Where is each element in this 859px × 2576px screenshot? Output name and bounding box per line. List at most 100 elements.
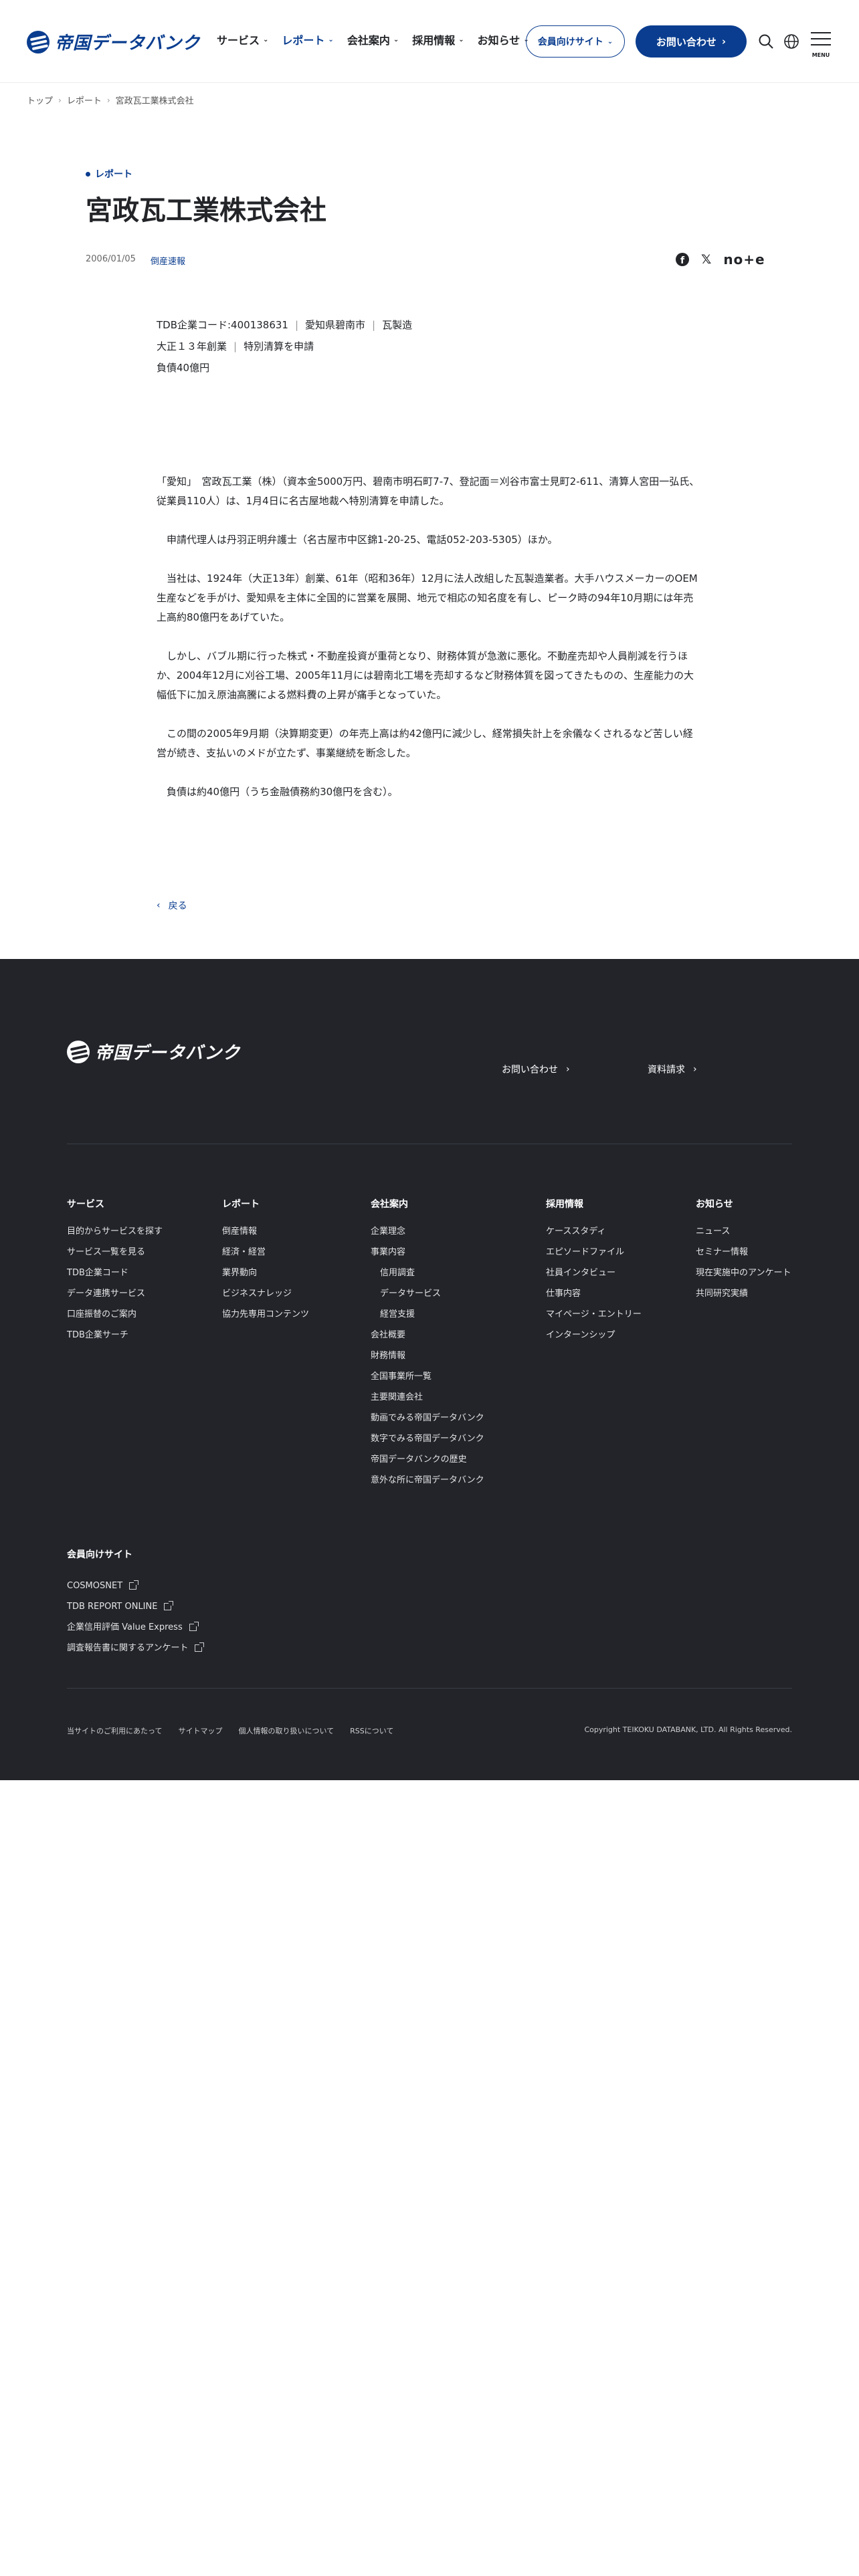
search-button[interactable] — [756, 29, 776, 53]
chevron-right-icon: › — [58, 95, 62, 105]
footer-column-heading: 会員向けサイト — [67, 1549, 132, 1560]
body-paragraph: 「愛知」 宮政瓦工業（株）（資本金5000万円、碧南市明石町7-7、登記面＝刈谷… — [157, 475, 700, 507]
back-link[interactable]: ‹ 戻る — [157, 899, 187, 912]
footer-link[interactable]: 数字でみる帝国データバンク — [371, 1432, 484, 1453]
global-nav: サービス ⌄ レポート ⌄ 会社案内 ⌄ 採用情報 ⌄ お知らせ ⌄ — [217, 31, 529, 47]
footer-sublink[interactable]: 経営支援 — [371, 1308, 484, 1329]
hamburger-line — [811, 38, 831, 39]
footer-link[interactable]: 主要関連会社 — [371, 1391, 484, 1412]
footer-link[interactable]: 全国事業所一覧 — [371, 1370, 484, 1391]
divider: | — [372, 319, 376, 331]
chevron-down-icon: ⌄ — [328, 35, 334, 43]
footer-link[interactable]: マイページ・エントリー — [546, 1308, 642, 1329]
footer-column-heading: 採用情報 — [546, 1199, 583, 1210]
footer-link[interactable]: 企業理念 — [371, 1225, 484, 1246]
footer-link[interactable]: TDB企業コード — [67, 1267, 163, 1287]
menu-label: MENU — [812, 52, 830, 58]
footer-column-heading: サービス — [67, 1199, 104, 1210]
chevron-down-icon: ⌄ — [458, 35, 464, 43]
footer-link[interactable]: 意外な所に帝国データバンク — [371, 1474, 484, 1495]
legal-links: 当サイトのご利用にあたって サイトマップ 個人情報の取り扱いについて RSSにつ… — [67, 1725, 393, 1736]
footer-sublink[interactable]: 信用調査 — [371, 1267, 484, 1287]
footer-divider — [67, 1688, 792, 1689]
breadcrumb: トップ › レポート › 宮政瓦工業株式会社 — [27, 94, 194, 107]
footer-link[interactable]: 仕事内容 — [546, 1287, 642, 1308]
menu-button[interactable]: MENU — [809, 32, 832, 58]
breadcrumb-top[interactable]: トップ — [27, 94, 53, 106]
x-icon[interactable]: 𝕏 — [701, 252, 711, 267]
nav-item-services[interactable]: サービス ⌄ — [217, 31, 268, 47]
contact-button[interactable]: お問い合わせ › — [636, 25, 747, 58]
note-icon[interactable]: no+e — [723, 251, 765, 267]
member-site-link[interactable]: TDB REPORT ONLINE — [67, 1596, 202, 1617]
site-logo[interactable]: 帝国データバンク — [27, 29, 200, 54]
nav-item-recruit[interactable]: 採用情報 ⌄ — [412, 31, 464, 47]
member-site-link[interactable]: 企業信用評価 Value Express — [67, 1617, 202, 1638]
logo-icon — [27, 30, 50, 53]
footer-link[interactable]: 業界動向 — [222, 1267, 309, 1287]
footer-link[interactable]: 口座振替のご案内 — [67, 1308, 163, 1329]
divider: | — [233, 340, 237, 352]
footer-link[interactable]: データ連携サービス — [67, 1287, 163, 1308]
body-paragraph: 負債は約40億円（うち金融債務約30億円を含む）。 — [157, 786, 398, 798]
footer-link[interactable]: 帝国データバンクの歴史 — [371, 1453, 484, 1474]
footer-link[interactable]: エピソードファイル — [546, 1246, 642, 1267]
body-paragraph: 当社は、1924年（大正13年）創業、61年（昭和36年）12月に法人改組した瓦… — [157, 572, 698, 623]
footer-link[interactable]: 倒産情報 — [222, 1225, 309, 1246]
footer-link[interactable]: インターンシップ — [546, 1329, 642, 1350]
member-site-link[interactable]: 調査報告書に関するアンケート — [67, 1638, 205, 1658]
legal-link[interactable]: 個人情報の取り扱いについて — [238, 1725, 334, 1736]
hamburger-line — [811, 44, 831, 45]
facebook-icon[interactable]: f — [676, 253, 689, 266]
footer-link[interactable]: ビジネスナレッジ — [222, 1287, 309, 1308]
footer-request-link[interactable]: 資料請求 › — [648, 1063, 697, 1076]
dot-icon — [86, 171, 90, 177]
footer-link[interactable]: 会社概要 — [371, 1329, 484, 1350]
nav-item-reports[interactable]: レポート ⌄ — [282, 31, 333, 47]
footer-link[interactable]: 協力先専用コンテンツ — [222, 1308, 309, 1329]
external-link-icon — [164, 1601, 174, 1610]
language-button[interactable] — [781, 29, 801, 53]
company-info: TDB企業コード:400138631 | 愛知県碧南市 | 瓦製造 大正１３年創業 | 特別… — [157, 314, 705, 379]
external-link-icon — [129, 1580, 139, 1590]
chevron-right-icon: › — [721, 35, 727, 47]
nav-item-news[interactable]: お知らせ ⌄ — [478, 31, 529, 47]
breadcrumb-reports[interactable]: レポート — [67, 94, 102, 106]
footer-link[interactable]: 動画でみる帝国データバンク — [371, 1412, 484, 1432]
footer-link[interactable]: サービス一覧を見る — [67, 1246, 163, 1267]
article-tag[interactable]: 倒産速報 — [151, 254, 185, 267]
footer-column-heading: お知らせ — [696, 1199, 733, 1210]
footer-link[interactable]: セミナー情報 — [696, 1246, 791, 1267]
legal-link[interactable]: RSSについて — [350, 1725, 393, 1736]
body-paragraph: この間の2005年9月期（決算期変更）の年売上高は約42億円に減少し、経常損失計… — [157, 728, 693, 759]
footer-link[interactable]: TDB企業サーチ — [67, 1329, 163, 1350]
footer-sublink[interactable]: データサービス — [371, 1287, 484, 1308]
footer-link[interactable]: 共同研究実績 — [696, 1287, 791, 1308]
external-link-icon — [189, 1622, 199, 1631]
member-site-link[interactable]: COSMOSNET — [67, 1576, 202, 1596]
footer-link[interactable]: 財務情報 — [371, 1350, 484, 1370]
member-site-button[interactable]: 会員向けサイト ⌄ — [526, 25, 625, 58]
divider: | — [294, 319, 299, 331]
legal-link[interactable]: サイトマップ — [178, 1725, 222, 1736]
page-title: 宮政瓦工業株式会社 — [86, 195, 326, 226]
footer-link[interactable]: 経済・経営 — [222, 1246, 309, 1267]
footer-link[interactable]: 社員インタビュー — [546, 1267, 642, 1287]
chevron-left-icon: ‹ — [157, 900, 161, 911]
footer-column-company: 会社案内 企業理念 事業内容 信用調査 データサービス 経営支援 会社概要 財務… — [371, 1197, 484, 1495]
footer-logo[interactable]: 帝国データバンク — [67, 1039, 240, 1064]
footer-contact-link[interactable]: お問い合わせ › — [502, 1063, 570, 1076]
footer-column-reports: レポート 倒産情報 経済・経営 業界動向 ビジネスナレッジ 協力先専用コンテンツ — [222, 1197, 309, 1329]
footer-link[interactable]: 事業内容 — [371, 1246, 484, 1267]
logo-text: 帝国データバンク — [55, 33, 201, 53]
info-line: 負債40億円 — [157, 362, 210, 374]
nav-item-company[interactable]: 会社案内 ⌄ — [347, 31, 399, 47]
body-paragraph: 申請代理人は丹羽正明弁護士（名古屋市中区錦1-20-25、電話052-203-5… — [157, 534, 558, 546]
footer-link[interactable]: ケーススタディ — [546, 1225, 642, 1246]
footer-column-recruit: 採用情報 ケーススタディ エピソードファイル 社員インタビュー 仕事内容 マイペ… — [546, 1197, 642, 1350]
globe-icon — [784, 34, 799, 49]
footer-link[interactable]: 目的からサービスを探す — [67, 1225, 163, 1246]
footer-link[interactable]: 現在実施中のアンケート — [696, 1267, 791, 1287]
legal-link[interactable]: 当サイトのご利用にあたって — [67, 1725, 162, 1736]
footer-link[interactable]: ニュース — [696, 1225, 791, 1246]
